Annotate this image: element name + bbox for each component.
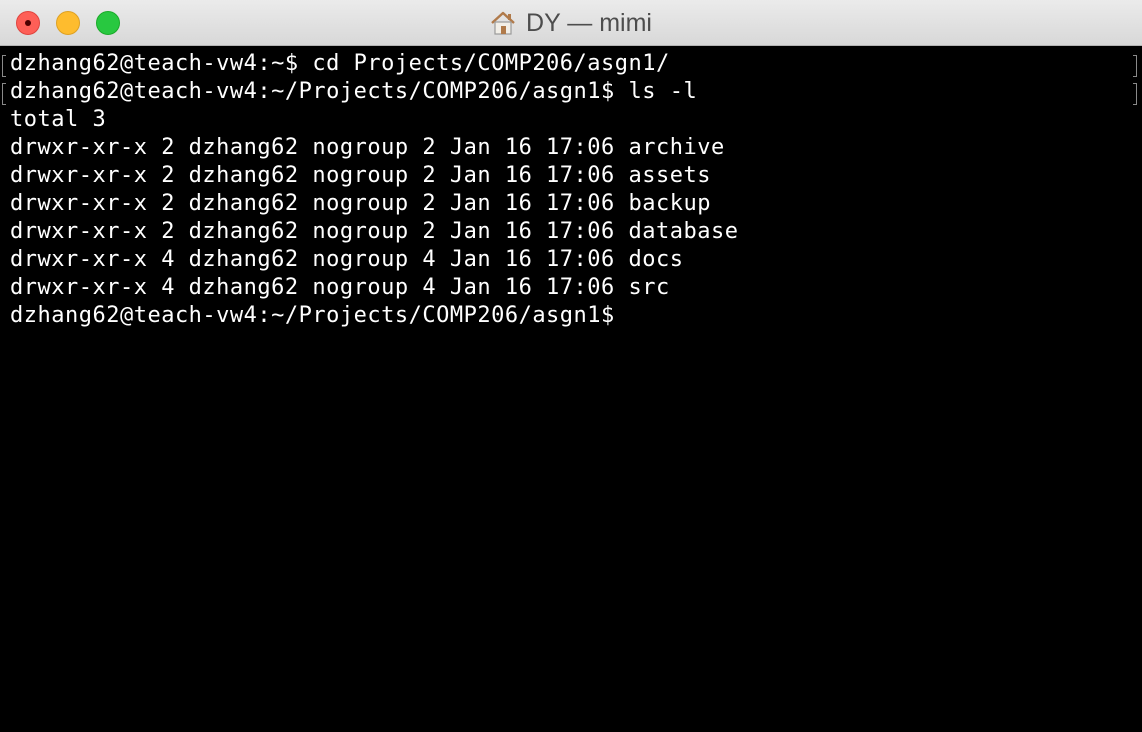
home-icon	[491, 11, 515, 35]
terminal-prompt-line: dzhang62@teach-vw4:~/Projects/COMP206/as…	[10, 303, 615, 328]
terminal-line: dzhang62@teach-vw4:~/Projects/COMP206/as…	[10, 79, 698, 104]
terminal-line: drwxr-xr-x 4 dzhang62 nogroup 4 Jan 16 1…	[10, 275, 670, 300]
terminal-output[interactable]: dzhang62@teach-vw4:~$ cd Projects/COMP20…	[0, 46, 1142, 732]
window-title-group: DY — mimi	[0, 0, 1142, 46]
terminal-line: drwxr-xr-x 2 dzhang62 nogroup 2 Jan 16 1…	[10, 163, 712, 188]
window-title: DY — mimi	[526, 8, 652, 37]
terminal-line: drwxr-xr-x 2 dzhang62 nogroup 2 Jan 16 1…	[10, 135, 725, 160]
mark-bracket-right	[1133, 83, 1137, 105]
terminal-line: dzhang62@teach-vw4:~$ cd Projects/COMP20…	[10, 51, 670, 76]
mark-bracket-left	[2, 83, 6, 105]
terminal-line: total 3	[10, 107, 107, 132]
terminal-window: DY — mimi dzhang62@teach-vw4:~$ cd Proje…	[0, 0, 1142, 732]
terminal-line: drwxr-xr-x 4 dzhang62 nogroup 4 Jan 16 1…	[10, 247, 684, 272]
mark-bracket-right	[1133, 55, 1137, 77]
terminal-line: drwxr-xr-x 2 dzhang62 nogroup 2 Jan 16 1…	[10, 219, 739, 244]
mark-bracket-left	[2, 55, 6, 77]
title-bar[interactable]: DY — mimi	[0, 0, 1142, 46]
terminal-line: drwxr-xr-x 2 dzhang62 nogroup 2 Jan 16 1…	[10, 191, 712, 216]
